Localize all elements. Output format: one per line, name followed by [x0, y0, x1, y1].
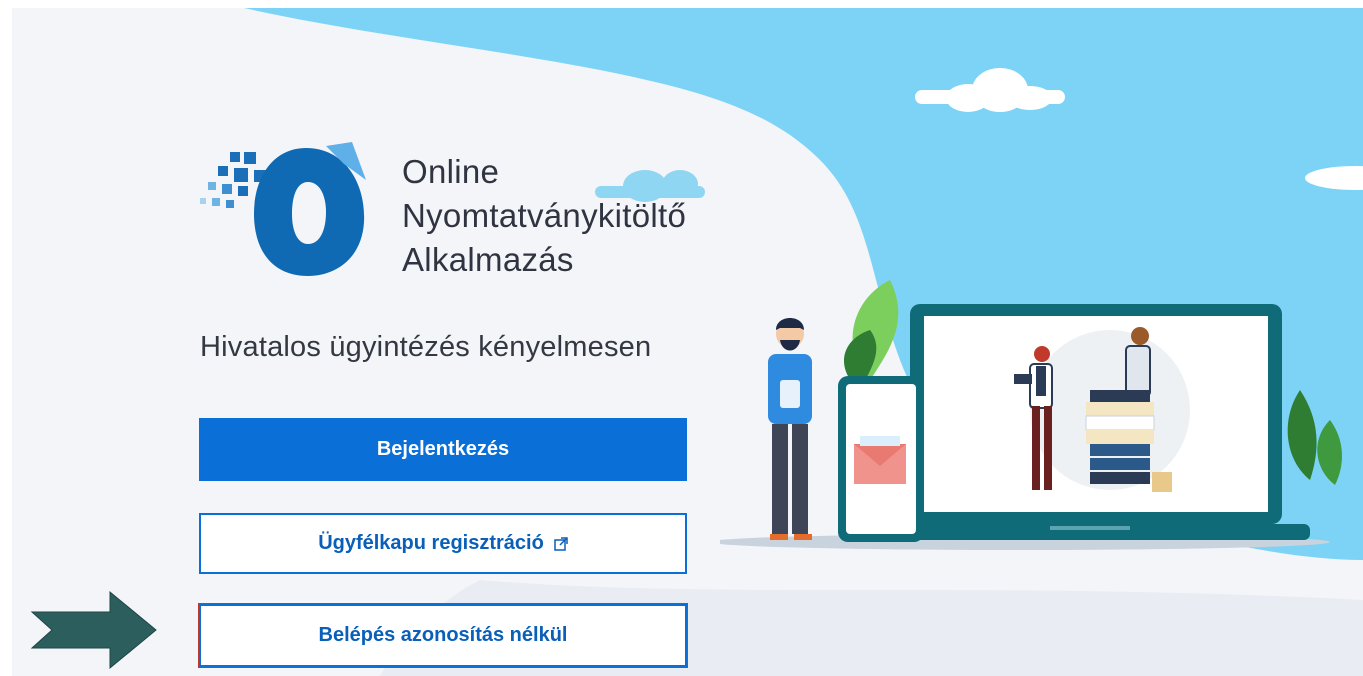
devices-illustration — [720, 280, 1342, 550]
page: Online Nyomtatványkitöltő Alkalmazás Hiv… — [0, 0, 1363, 676]
register-button-label: Ügyfélkapu regisztráció — [318, 532, 544, 554]
tagline: Hivatalos ügyintézés kényelmesen — [200, 331, 652, 363]
register-button[interactable]: Ügyfélkapu regisztráció — [199, 513, 687, 574]
login-button-label: Bejelentkezés — [376, 438, 510, 460]
top-border — [0, 0, 1363, 8]
online-o-logo-icon — [200, 142, 366, 276]
app-title-line-1: Online — [402, 153, 500, 190]
right-arrow-icon — [30, 590, 157, 670]
app-title-line-2: Nyomtatványkitöltő — [402, 197, 687, 234]
external-link-icon — [554, 536, 568, 551]
left-border — [0, 0, 12, 676]
app-title: Online Nyomtatványkitöltő Alkalmazás — [402, 150, 686, 282]
anonymous-login-button-label: Belépés azonosítás nélkül — [318, 624, 568, 646]
anonymous-login-button[interactable]: Belépés azonosítás nélkül — [198, 603, 688, 668]
login-button[interactable]: Bejelentkezés — [199, 418, 687, 481]
app-title-line-3: Alkalmazás — [402, 241, 574, 278]
